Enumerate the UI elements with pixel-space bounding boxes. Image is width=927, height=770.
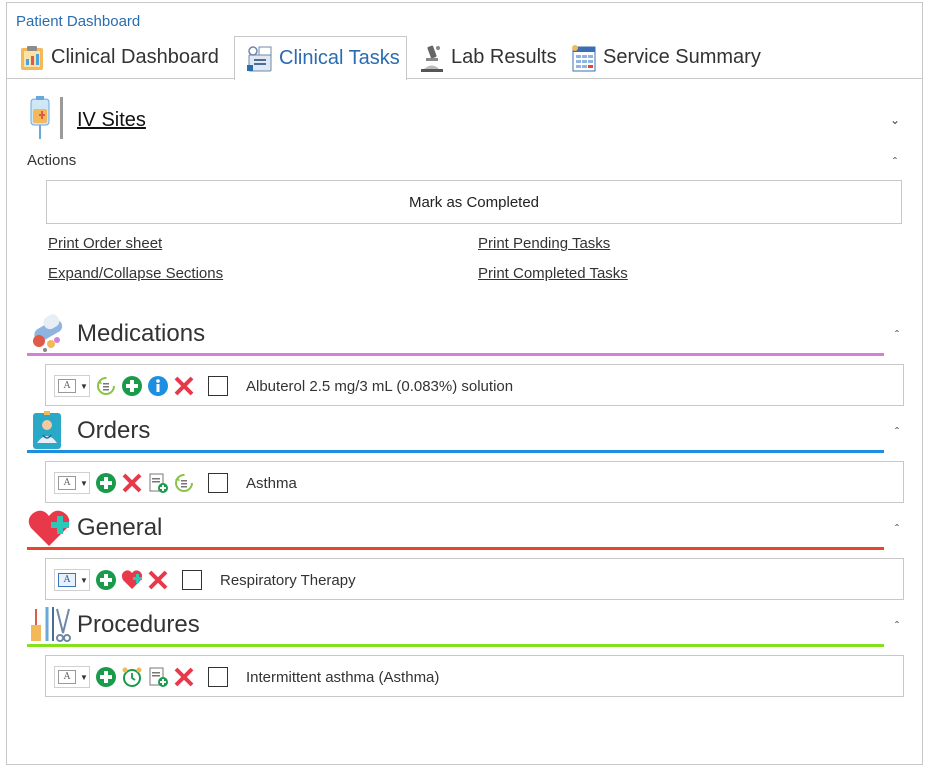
section-divider	[27, 450, 884, 453]
task-row-general: A ▼ Respiratory Therapy	[45, 558, 904, 600]
format-dropdown[interactable]: A ▼	[54, 569, 90, 591]
iv-bag-icon	[27, 95, 67, 146]
surgical-tools-icon	[27, 605, 73, 645]
section-divider	[27, 547, 884, 550]
task-label: Respiratory Therapy	[220, 571, 356, 589]
section-divider	[27, 353, 884, 356]
task-checkbox[interactable]	[208, 473, 228, 493]
task-row-procedure: A ▼ Intermittent asthma (Asthma)	[45, 655, 904, 697]
tab-service-summary[interactable]: Service Summary	[569, 36, 769, 79]
add-icon[interactable]	[94, 665, 118, 689]
format-dropdown[interactable]: A ▼	[54, 375, 90, 397]
app-title: Patient Dashboard	[16, 13, 141, 30]
task-checkbox[interactable]	[208, 376, 228, 396]
spreadsheet-icon	[569, 43, 599, 73]
alarm-clock-icon[interactable]	[120, 665, 144, 689]
add-icon[interactable]	[94, 471, 118, 495]
refresh-list-icon[interactable]	[172, 471, 196, 495]
delete-icon[interactable]	[120, 471, 144, 495]
tasks-icon	[245, 44, 275, 74]
medications-collapse-chevron-icon[interactable]: ˆ	[890, 328, 904, 342]
delete-icon[interactable]	[146, 568, 170, 592]
task-checkbox[interactable]	[182, 570, 202, 590]
info-icon[interactable]	[146, 374, 170, 398]
heart-plus-icon[interactable]	[120, 568, 144, 592]
task-row-medication: A ▼ Albuterol 2.5 mg/3 mL (0.083%) soluti…	[45, 364, 904, 406]
clipboard-chart-icon	[17, 43, 47, 73]
section-general: General ˆ	[27, 508, 899, 550]
mark-as-completed-button[interactable]: Mark as Completed	[46, 180, 902, 224]
section-divider	[27, 644, 884, 647]
tab-clinical-dashboard[interactable]: Clinical Dashboard	[17, 36, 235, 79]
section-title: General	[77, 514, 163, 541]
section-title: Procedures	[77, 611, 200, 638]
format-dropdown[interactable]: A ▼	[54, 666, 90, 688]
refresh-list-icon[interactable]	[94, 374, 118, 398]
format-dropdown[interactable]: A ▼	[54, 472, 90, 494]
doctor-board-icon	[27, 411, 73, 451]
section-medications: Medications ˆ	[27, 314, 899, 356]
patient-dashboard-window: Patient Dashboard Clinical Dashboard Cli…	[6, 2, 923, 765]
print-pending-tasks-link[interactable]: Print Pending Tasks	[478, 235, 610, 252]
orders-collapse-chevron-icon[interactable]: ˆ	[890, 425, 904, 439]
section-title: Medications	[77, 320, 206, 347]
tab-label: Clinical Dashboard	[51, 46, 219, 68]
tab-clinical-tasks[interactable]: Clinical Tasks	[234, 36, 407, 80]
print-completed-tasks-link[interactable]: Print Completed Tasks	[478, 265, 628, 282]
expand-collapse-sections-link[interactable]: Expand/Collapse Sections	[48, 265, 223, 282]
heart-plus-icon	[27, 508, 73, 548]
actions-label: Actions	[27, 152, 77, 169]
add-note-icon[interactable]	[146, 471, 170, 495]
tab-label: Clinical Tasks	[279, 47, 400, 69]
tab-label: Lab Results	[451, 46, 557, 68]
add-icon[interactable]	[94, 568, 118, 592]
task-checkbox[interactable]	[208, 667, 228, 687]
pills-icon	[27, 314, 73, 354]
tab-lab-results[interactable]: Lab Results	[417, 36, 567, 79]
procedures-collapse-chevron-icon[interactable]: ˆ	[890, 619, 904, 633]
section-title: Orders	[77, 417, 151, 444]
microscope-icon	[417, 43, 447, 73]
iv-sites-collapse-chevron-icon[interactable]: ⌄	[888, 113, 902, 127]
add-icon[interactable]	[120, 374, 144, 398]
print-order-sheet-link[interactable]: Print Order sheet	[48, 235, 162, 252]
task-label: Asthma	[246, 474, 297, 492]
tab-bar: Clinical Dashboard Clinical Tasks Lab Re…	[7, 36, 922, 80]
clinical-tasks-panel: IV Sites ⌄ Actions ˆ Mark as Completed P…	[7, 79, 922, 764]
task-row-order: A ▼ Asthma	[45, 461, 904, 503]
task-label: Albuterol 2.5 mg/3 mL (0.083%) solution	[246, 377, 514, 395]
tab-label: Service Summary	[603, 46, 761, 68]
delete-icon[interactable]	[172, 374, 196, 398]
actions-collapse-chevron-icon[interactable]: ˆ	[888, 155, 902, 169]
task-label: Intermittent asthma (Asthma)	[246, 668, 440, 686]
section-orders: Orders ˆ	[27, 411, 899, 453]
delete-icon[interactable]	[172, 665, 196, 689]
section-procedures: Procedures ˆ	[27, 605, 899, 647]
iv-sites-title[interactable]: IV Sites	[77, 109, 146, 132]
general-collapse-chevron-icon[interactable]: ˆ	[890, 522, 904, 536]
add-note-icon[interactable]	[146, 665, 170, 689]
